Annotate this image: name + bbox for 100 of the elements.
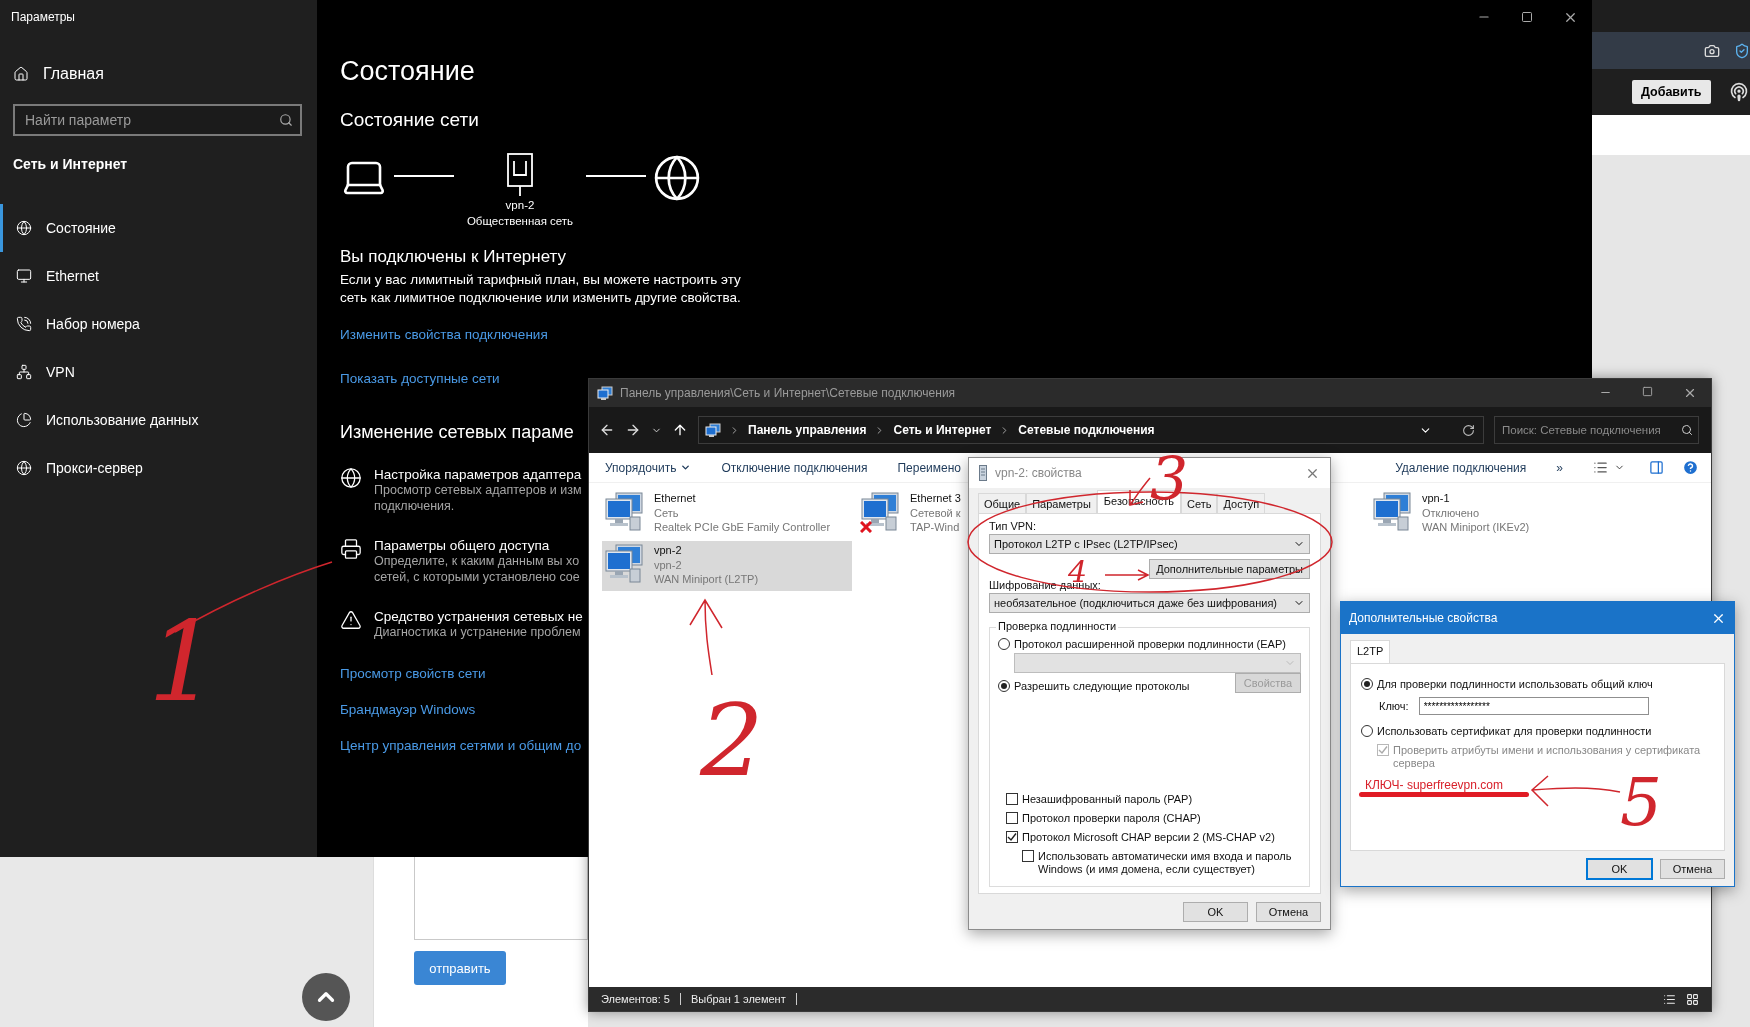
connection-name: vpn-1 bbox=[1422, 491, 1451, 506]
option-title[interactable]: Параметры общего доступа bbox=[374, 538, 580, 553]
back-icon[interactable] bbox=[599, 422, 615, 438]
checkbox-option[interactable]: Протокол проверки пароля (CHAP) bbox=[1006, 812, 1301, 825]
connection-status: vpn-2 bbox=[654, 557, 683, 572]
search-field[interactable]: Поиск: Сетевые подключения bbox=[1494, 416, 1699, 444]
settings-link[interactable]: Просмотр свойств сети bbox=[340, 666, 486, 681]
sidebar-item[interactable]: Использование данных bbox=[0, 396, 317, 444]
tiles-view-icon[interactable] bbox=[1686, 992, 1699, 1006]
up-icon[interactable] bbox=[672, 422, 688, 438]
status-text: Если у вас лимитный тарифный план, вы можете настроить эту сеть как лимитное подключение или изменить другие свойства. bbox=[340, 271, 742, 307]
advanced-settings-button[interactable]: Дополнительные параметры bbox=[1149, 559, 1310, 579]
printer-icon bbox=[340, 538, 362, 560]
connection-name: Ethernet 3 bbox=[910, 491, 961, 506]
section-title: Изменение сетевых параме bbox=[340, 422, 574, 443]
preview-pane-icon[interactable] bbox=[1649, 460, 1664, 475]
warning-icon bbox=[340, 609, 362, 631]
connection-item[interactable]: Ethernet 3 Сетевой к TAP-Wind bbox=[858, 489, 963, 539]
radio-button[interactable] bbox=[998, 638, 1010, 650]
checkbox-option[interactable]: Протокол Microsoft CHAP версии 2 (MS-CHAP v2) bbox=[1006, 831, 1301, 844]
connection-device: WAN Miniport (IKEv2) bbox=[1422, 520, 1530, 535]
breadcrumb[interactable]: Сетевые подключения bbox=[1018, 423, 1155, 437]
radio-option[interactable]: Использовать сертификат для проверки подлинности bbox=[1361, 725, 1714, 738]
settings-link[interactable]: Изменить свойства подключения bbox=[340, 327, 548, 342]
settings-link[interactable]: Центр управления сетями и общим до bbox=[340, 738, 582, 753]
radio-button[interactable] bbox=[1361, 678, 1373, 690]
cancel-button[interactable]: Отмена bbox=[1256, 902, 1321, 922]
key-field[interactable]: ***************** bbox=[1418, 697, 1649, 715]
maximize-icon[interactable] bbox=[1642, 386, 1653, 397]
checkbox-option[interactable]: Незашифрованный пароль (PAP) bbox=[1006, 793, 1301, 806]
toolbar-button[interactable]: Удаление подключения bbox=[1395, 460, 1527, 475]
option-description: Определите, к каким данным вы хо сетей, с которыми установлено сое bbox=[374, 553, 580, 585]
option-title[interactable]: Средство устранения сетевых не bbox=[374, 609, 583, 624]
home-link[interactable]: Главная bbox=[0, 52, 114, 96]
checkbox[interactable] bbox=[1006, 793, 1018, 805]
globe-icon bbox=[16, 220, 32, 236]
sidebar-item[interactable]: Набор номера bbox=[0, 300, 317, 348]
computers-icon bbox=[604, 491, 646, 531]
maximize-icon[interactable] bbox=[1521, 11, 1533, 23]
tab[interactable]: Общие bbox=[978, 493, 1027, 513]
checkbox[interactable] bbox=[1022, 850, 1034, 862]
camera-icon[interactable] bbox=[1704, 42, 1720, 59]
tab[interactable]: Доступ bbox=[1217, 493, 1266, 513]
section-heading: Сеть и Интернет bbox=[13, 156, 128, 172]
send-button[interactable]: отправить bbox=[414, 951, 506, 985]
sidebar-item[interactable]: VPN bbox=[0, 348, 317, 396]
connection-status: Сетевой к bbox=[910, 505, 961, 520]
radio-button[interactable] bbox=[998, 679, 1010, 692]
settings-link[interactable]: Брандмауэр Windows bbox=[340, 702, 476, 717]
group-label: Проверка подлинности bbox=[996, 620, 1119, 632]
connection-name: Ethernet bbox=[654, 491, 697, 506]
radio-option[interactable]: Для проверки подлинности использовать общий ключ bbox=[1361, 678, 1714, 691]
sidebar-item[interactable]: Прокси-сервер bbox=[0, 444, 317, 492]
connection-device: WAN Miniport (L2TP) bbox=[654, 572, 759, 587]
refresh-icon[interactable] bbox=[1462, 423, 1475, 437]
item-count: Элементов: 5 bbox=[601, 993, 670, 1005]
connection-item[interactable]: vpn-1 Отключено WAN Miniport (IKEv2) bbox=[1370, 489, 1620, 539]
forward-icon[interactable] bbox=[625, 422, 641, 438]
ok-button[interactable]: OK bbox=[1587, 859, 1652, 879]
checkbox[interactable] bbox=[1006, 831, 1018, 843]
help-icon[interactable] bbox=[1682, 459, 1699, 476]
tab[interactable]: L2TP bbox=[1350, 640, 1391, 663]
close-icon[interactable] bbox=[1683, 386, 1697, 400]
radio-option[interactable]: Протокол расширенной проверки подлинности (EAP) bbox=[998, 638, 1301, 651]
view-icon[interactable] bbox=[1593, 460, 1608, 475]
details-view-icon[interactable] bbox=[1663, 992, 1676, 1006]
option-title[interactable]: Настройка параметров адаптера bbox=[374, 467, 582, 482]
toolbar-button[interactable]: » bbox=[1556, 460, 1563, 475]
key-note: КЛЮЧ- superfreevpn.com bbox=[1364, 778, 1504, 792]
broadcast-icon[interactable] bbox=[1728, 82, 1749, 102]
connection-status: Отключено bbox=[1422, 505, 1480, 520]
tab[interactable]: Параметры bbox=[1026, 493, 1097, 513]
toolbar-button[interactable]: Отключение подключения bbox=[721, 460, 868, 475]
cancel-button[interactable]: Отмена bbox=[1660, 859, 1725, 879]
toolbar-button[interactable]: Упорядочить bbox=[605, 460, 692, 475]
toolbar-button[interactable]: Переимено bbox=[897, 460, 961, 475]
section-title: Состояние сети bbox=[340, 109, 479, 131]
breadcrumb[interactable]: Сеть и Интернет bbox=[893, 423, 992, 437]
globe-icon bbox=[340, 467, 362, 489]
search-icon bbox=[1681, 424, 1693, 436]
checkbox-option[interactable]: Использовать автоматически имя входа и пароль Windows (и имя домена, если существует) bbox=[1022, 850, 1301, 876]
dialog-title: Дополнительные свойства bbox=[1349, 611, 1498, 625]
vpn-type-select[interactable]: Протокол L2TP с IPsec (L2TP/IPsec) bbox=[989, 534, 1310, 554]
page-title: Состояние bbox=[340, 56, 475, 87]
add-button[interactable]: Добавить bbox=[1632, 80, 1711, 104]
breadcrumb[interactable]: Панель управления bbox=[748, 423, 867, 437]
search-field[interactable]: Найти параметр bbox=[13, 104, 302, 136]
encryption-select[interactable]: необязательное (подключиться даже без шифрования) bbox=[989, 593, 1310, 613]
ok-button[interactable]: OK bbox=[1183, 902, 1248, 922]
radio-button[interactable] bbox=[1361, 725, 1373, 737]
connection-item[interactable]: vpn-2 vpn-2 WAN Miniport (L2TP) bbox=[602, 541, 852, 591]
network-icon bbox=[16, 364, 32, 380]
checkbox[interactable] bbox=[1006, 812, 1018, 824]
settings-link[interactable]: Показать доступные сети bbox=[340, 371, 500, 386]
scroll-top-button[interactable] bbox=[302, 973, 350, 1021]
connection-item[interactable]: Ethernet Сеть Realtek PCIe GbE Family Controller bbox=[602, 489, 852, 539]
sidebar-item[interactable]: Ethernet bbox=[0, 252, 317, 300]
shield-icon[interactable] bbox=[1734, 42, 1750, 59]
radio-option[interactable]: Разрешить следующие протоколы bbox=[998, 679, 1190, 693]
caret-icon bbox=[680, 462, 692, 473]
